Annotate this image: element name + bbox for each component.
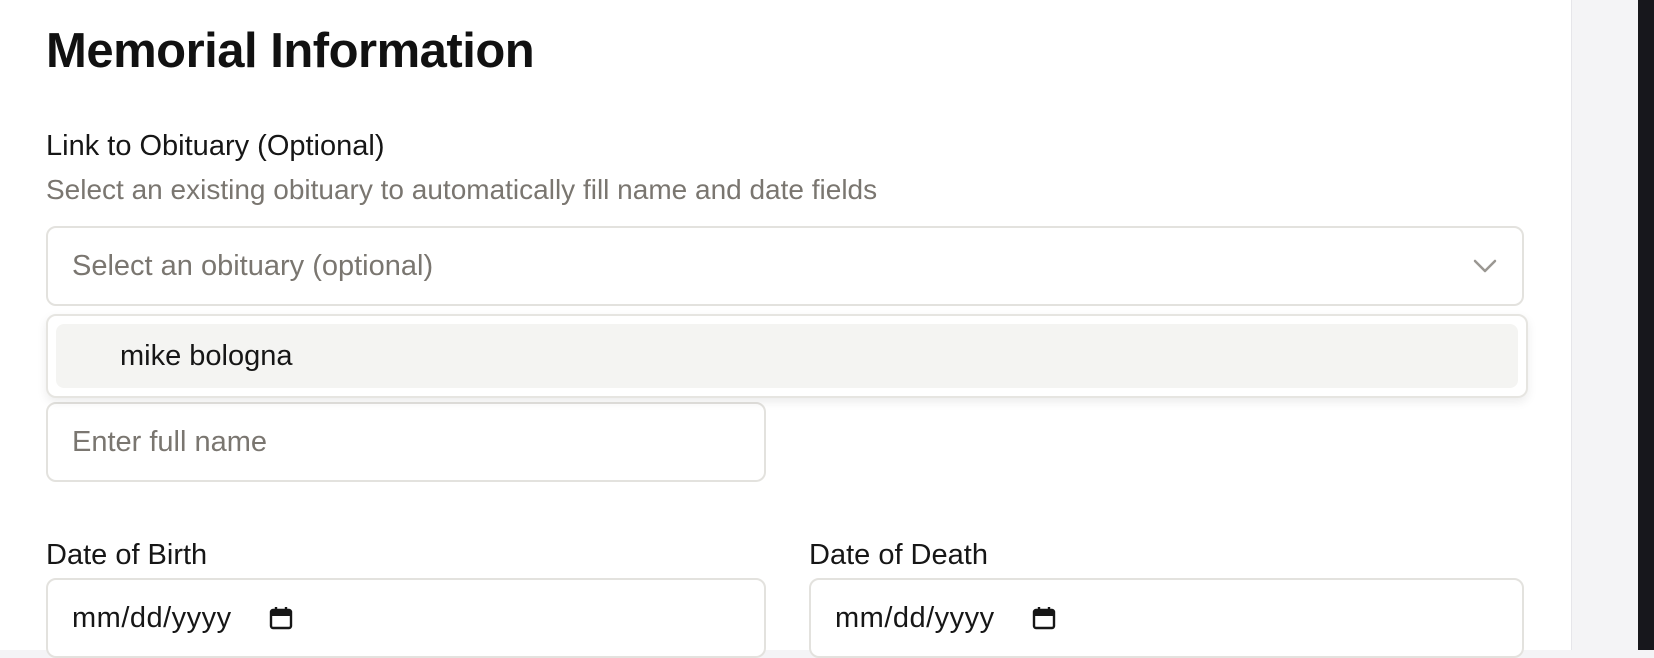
date-of-death-value: mm/dd/yyyy	[835, 601, 995, 634]
date-of-death-label: Date of Death	[809, 539, 988, 571]
obituary-select[interactable]: Select an obituary (optional)	[46, 226, 1524, 306]
date-of-birth-input[interactable]: mm/dd/yyyy	[46, 578, 766, 658]
obituary-dropdown-menu: mike bologna	[46, 314, 1528, 398]
obituary-option-label: mike bologna	[120, 339, 293, 372]
obituary-option[interactable]: mike bologna	[56, 324, 1518, 388]
window-edge	[1638, 0, 1654, 650]
full-name-placeholder: Enter full name	[72, 425, 268, 458]
date-of-birth-label: Date of Birth	[46, 539, 208, 571]
calendar-icon[interactable]	[1031, 605, 1057, 631]
full-name-input[interactable]: Enter full name	[46, 402, 766, 482]
memorial-form-card: Memorial Information Link to Obituary (O…	[0, 0, 1572, 658]
date-of-death-input[interactable]: mm/dd/yyyy	[809, 578, 1524, 658]
page-title: Memorial Information	[46, 24, 535, 78]
calendar-icon[interactable]	[268, 605, 294, 631]
obituary-helper-text: Select an existing obituary to automatic…	[46, 174, 878, 205]
date-of-birth-value: mm/dd/yyyy	[72, 601, 232, 634]
obituary-select-placeholder: Select an obituary (optional)	[72, 249, 434, 282]
chevron-down-icon	[1472, 253, 1498, 279]
obituary-label: Link to Obituary (Optional)	[46, 130, 385, 162]
